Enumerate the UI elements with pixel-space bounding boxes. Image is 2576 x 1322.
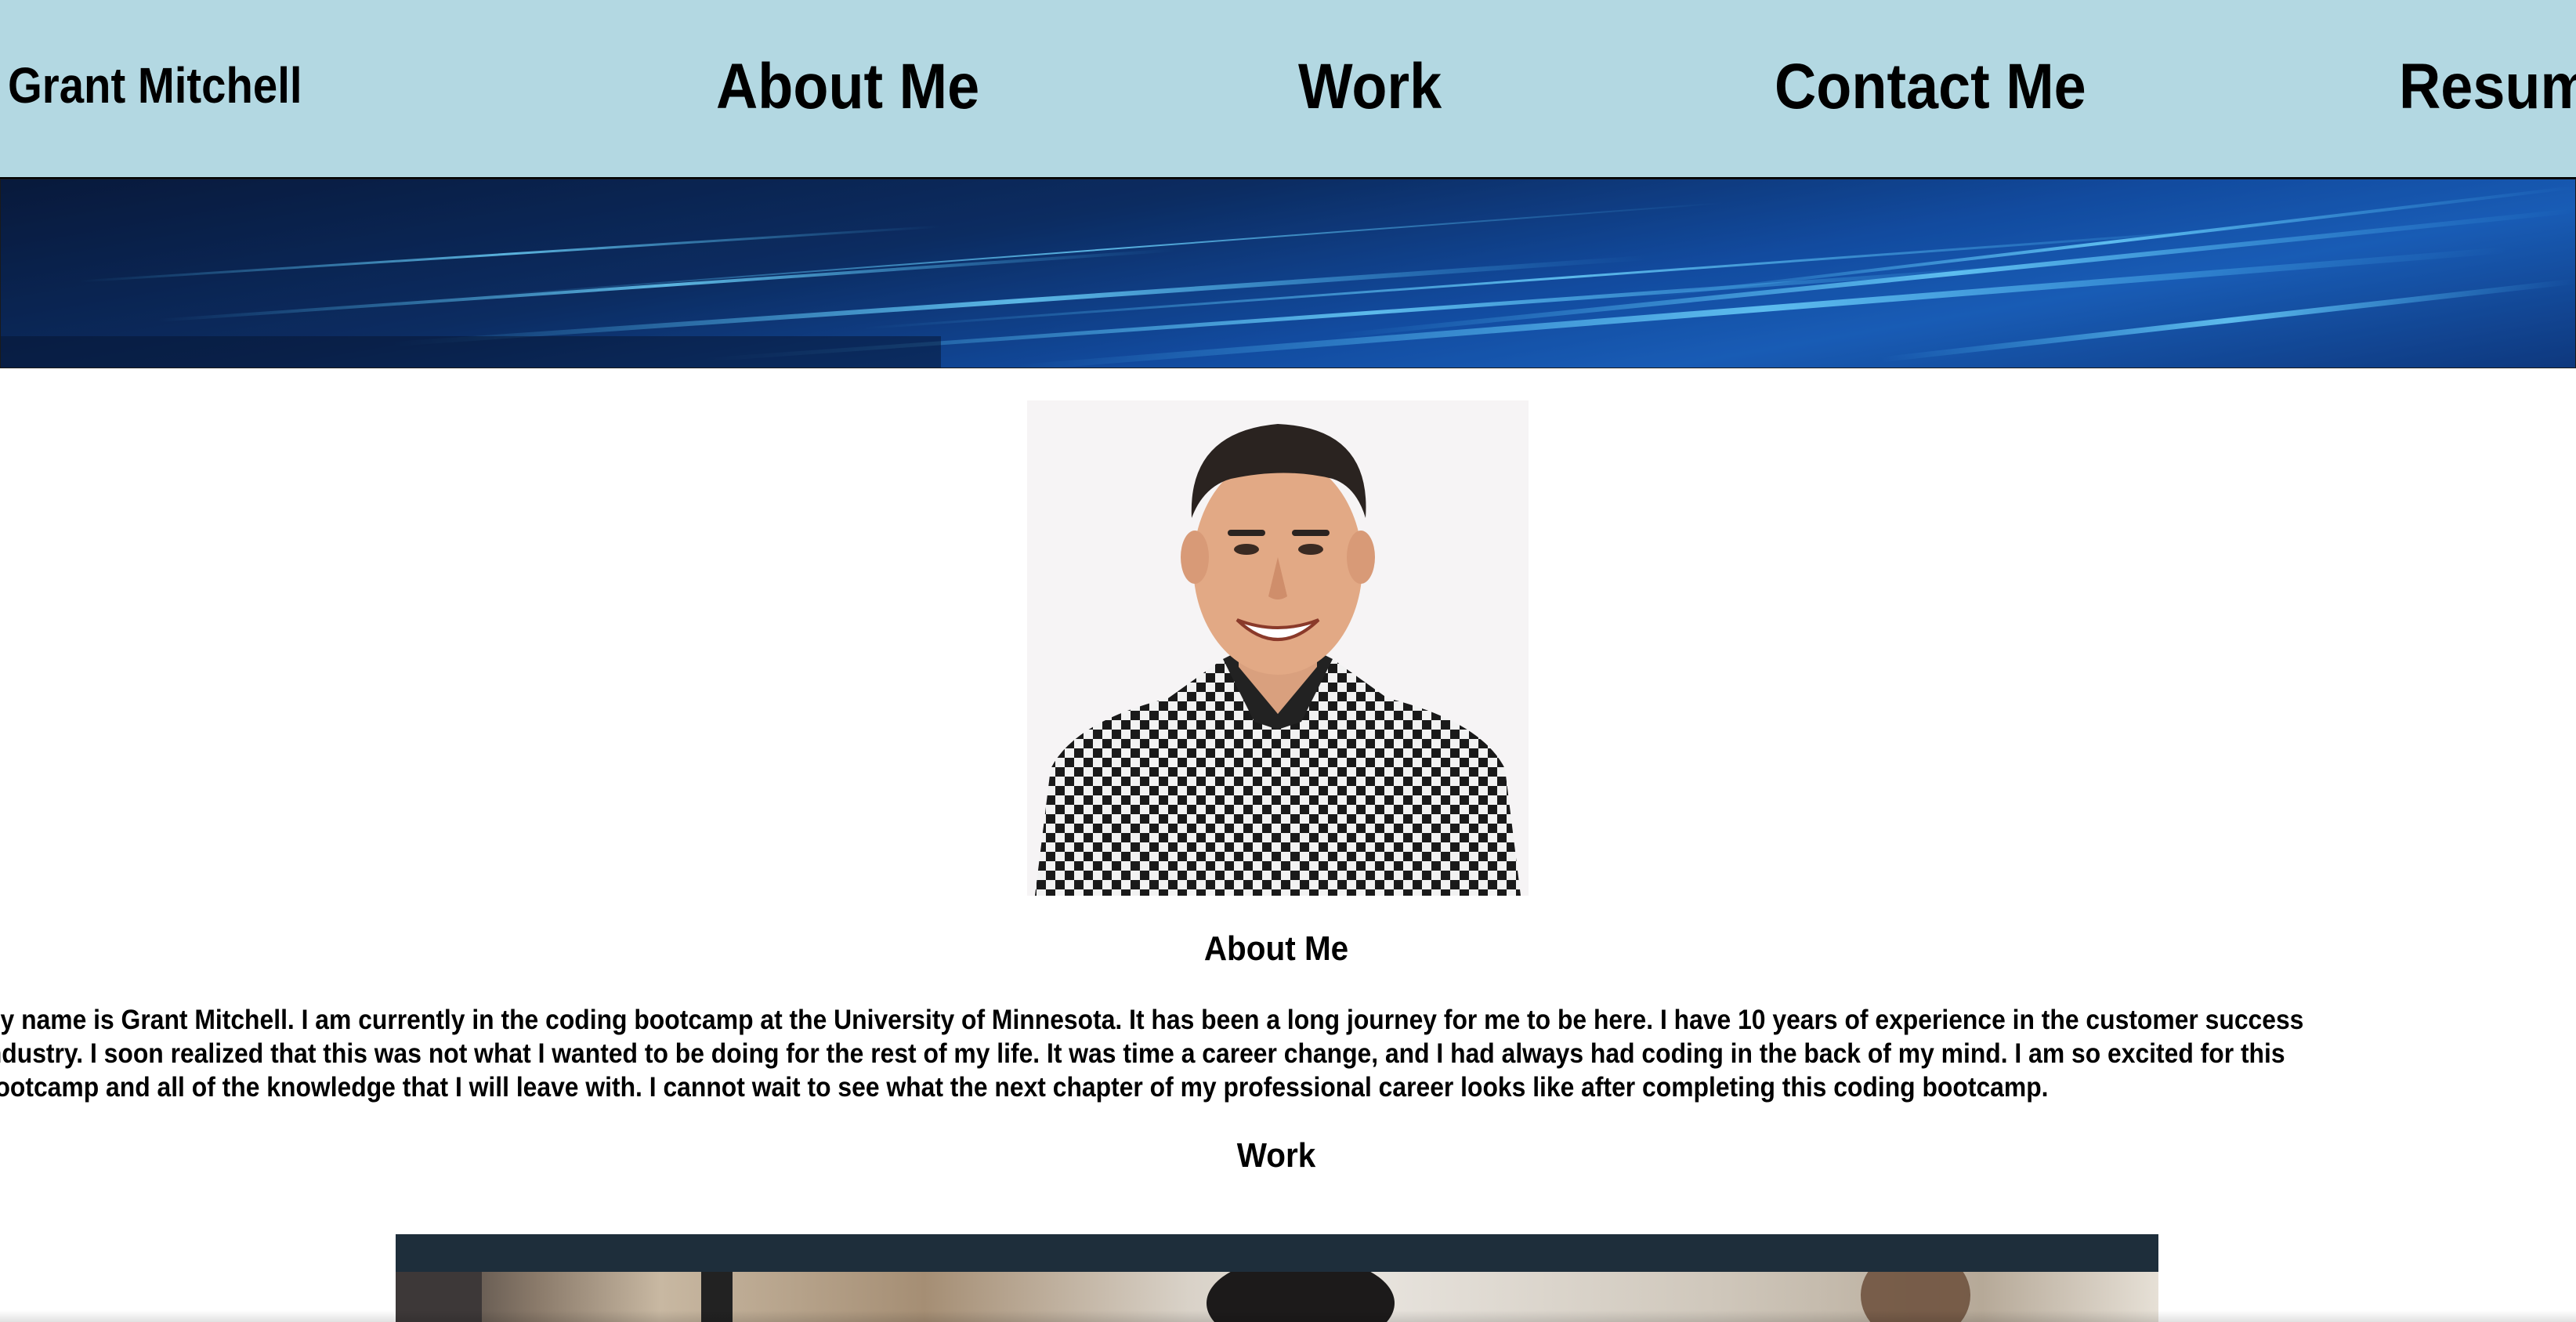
site-brand-name: Grant Mitchell: [8, 57, 302, 114]
nav-link-work[interactable]: Work: [1298, 50, 1442, 124]
profile-photo: [1027, 400, 1529, 896]
banner-streaks-graphic: [1, 179, 2575, 368]
about-me-paragraph: My name is Grant Mitchell. I am currentl…: [0, 1005, 2304, 1103]
nav-link-about-me[interactable]: About Me: [716, 50, 979, 124]
profile-photo-graphic: [1027, 400, 1529, 896]
site-header: Grant Mitchell About Me Work Contact Me …: [0, 0, 2576, 179]
nav-link-contact-me[interactable]: Contact Me: [1775, 50, 2086, 124]
about-me-heading: About Me: [1203, 929, 1349, 968]
work-project-card[interactable]: [396, 1234, 2158, 1322]
hero-banner-image: [0, 179, 2576, 368]
nav-link-resume[interactable]: Resume: [2399, 50, 2576, 124]
work-heading: Work: [1236, 1136, 1316, 1175]
viewport-bottom-shadow: [0, 1310, 2576, 1322]
